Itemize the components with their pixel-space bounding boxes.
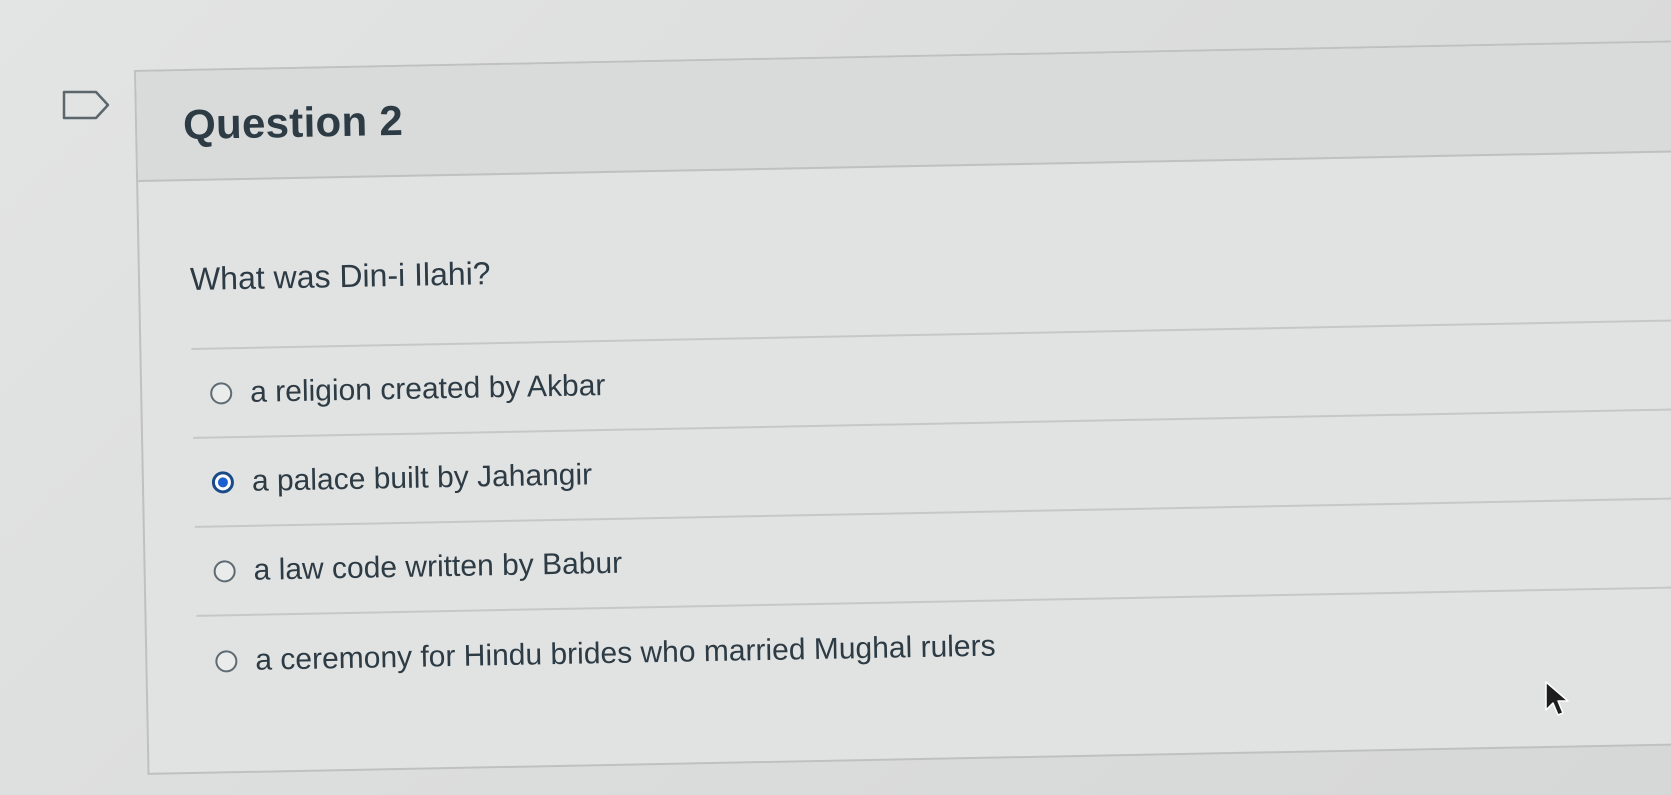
radio-button-selected[interactable]: [211, 470, 235, 494]
answer-label: a palace built by Jahangir: [251, 457, 593, 498]
answer-label: a religion created by Akbar: [249, 368, 606, 409]
question-body: What was Din-i Ilahi? a religion created…: [138, 152, 1671, 706]
answer-label: a law code written by Babur: [253, 546, 623, 587]
answer-list: a religion created by Akbar a palace bui…: [191, 319, 1671, 706]
flag-question-icon[interactable]: [62, 90, 110, 120]
question-title: Question 2: [182, 96, 404, 149]
radio-button[interactable]: [210, 381, 233, 405]
radio-button[interactable]: [213, 559, 236, 583]
question-text: What was Din-i Ilahi?: [189, 255, 491, 297]
question-card: Question 2 What was Din-i Ilahi? a relig…: [134, 40, 1671, 775]
answer-label: a ceremony for Hindu brides who married …: [255, 629, 996, 677]
radio-button[interactable]: [215, 649, 238, 673]
mouse-pointer-icon: [1545, 681, 1569, 716]
